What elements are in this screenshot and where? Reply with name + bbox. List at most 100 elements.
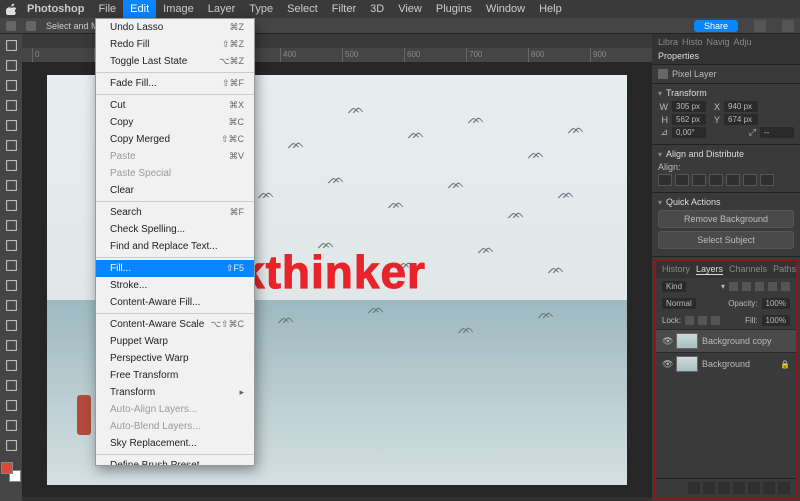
heal-tool[interactable] bbox=[2, 176, 20, 194]
layer-row[interactable]: 👁 Background copy bbox=[656, 329, 796, 352]
lock-all-icon[interactable] bbox=[711, 316, 720, 325]
menu-select[interactable]: Select bbox=[280, 0, 325, 18]
lock-pixels-icon[interactable] bbox=[685, 316, 694, 325]
menu-item-fade-fill[interactable]: Fade Fill...⇧⌘F bbox=[96, 75, 254, 92]
move-tool[interactable] bbox=[2, 36, 20, 54]
share-button[interactable]: Share bbox=[694, 20, 738, 32]
skew-field[interactable]: -- bbox=[760, 127, 794, 138]
wand-tool[interactable] bbox=[2, 96, 20, 114]
layer-style-icon[interactable] bbox=[703, 482, 715, 494]
menu-item-cut[interactable]: Cut⌘X bbox=[96, 97, 254, 114]
align-center-h-icon[interactable] bbox=[675, 174, 689, 186]
height-field[interactable]: 562 px bbox=[672, 114, 706, 125]
app-menu[interactable]: Photoshop bbox=[20, 0, 91, 18]
color-swatches[interactable] bbox=[1, 462, 21, 482]
remove-background-button[interactable]: Remove Background bbox=[658, 210, 794, 228]
menu-3d[interactable]: 3D bbox=[363, 0, 391, 18]
menu-type[interactable]: Type bbox=[242, 0, 280, 18]
layer-row[interactable]: 👁 Background 🔒 bbox=[656, 352, 796, 375]
menu-edit[interactable]: Edit bbox=[123, 0, 156, 18]
layer-mask-icon[interactable] bbox=[718, 482, 730, 494]
panel-tab-libra[interactable]: Libra bbox=[658, 37, 678, 47]
frame-tool[interactable] bbox=[2, 136, 20, 154]
opacity-field[interactable]: 100% bbox=[762, 298, 790, 309]
more-icon[interactable] bbox=[760, 174, 774, 186]
menu-window[interactable]: Window bbox=[479, 0, 532, 18]
menu-item-redo-fill[interactable]: Redo Fill⇧⌘Z bbox=[96, 36, 254, 53]
menu-item-perspective-warp[interactable]: Perspective Warp bbox=[96, 350, 254, 367]
angle-field[interactable]: 0,00° bbox=[672, 127, 706, 138]
lasso-tool[interactable] bbox=[2, 76, 20, 94]
menu-item-clear[interactable]: Clear bbox=[96, 182, 254, 199]
x-field[interactable]: 940 px bbox=[724, 101, 758, 112]
panel-tab-navig[interactable]: Navig bbox=[707, 37, 730, 47]
layer-name[interactable]: Background bbox=[702, 359, 750, 369]
layer-filter-kind[interactable]: Kind bbox=[662, 281, 686, 292]
brush-tool[interactable] bbox=[2, 196, 20, 214]
menu-item-copy-merged[interactable]: Copy Merged⇧⌘C bbox=[96, 131, 254, 148]
menu-filter[interactable]: Filter bbox=[325, 0, 363, 18]
layers-tab-history[interactable]: History bbox=[662, 264, 690, 275]
menu-plugins[interactable]: Plugins bbox=[429, 0, 479, 18]
menu-item-fill[interactable]: Fill...⇧F5 bbox=[96, 260, 254, 277]
transform-section-header[interactable]: Transform bbox=[658, 88, 794, 98]
visibility-icon[interactable]: 👁 bbox=[662, 336, 672, 347]
layers-tab-channels[interactable]: Channels bbox=[729, 264, 767, 275]
filter-type-icon[interactable] bbox=[755, 282, 764, 291]
align-section-header[interactable]: Align and Distribute bbox=[658, 149, 794, 159]
visibility-icon[interactable]: 👁 bbox=[662, 359, 672, 370]
blend-mode-select[interactable]: Normal bbox=[662, 298, 696, 309]
menu-view[interactable]: View bbox=[391, 0, 429, 18]
filter-image-icon[interactable] bbox=[729, 282, 738, 291]
menu-image[interactable]: Image bbox=[156, 0, 201, 18]
align-right-icon[interactable] bbox=[692, 174, 706, 186]
menu-file[interactable]: File bbox=[91, 0, 123, 18]
menu-item-toggle-last-state[interactable]: Toggle Last State⌥⌘Z bbox=[96, 53, 254, 70]
align-bottom-icon[interactable] bbox=[743, 174, 757, 186]
menu-item-undo-lasso[interactable]: Undo Lasso⌘Z bbox=[96, 19, 254, 36]
filter-shape-icon[interactable] bbox=[768, 282, 777, 291]
eyedropper-tool[interactable] bbox=[2, 156, 20, 174]
menu-item-content-aware-scale[interactable]: Content-Aware Scale⌥⇧⌘C bbox=[96, 316, 254, 333]
panel-tab-histo[interactable]: Histo bbox=[682, 37, 703, 47]
menu-item-free-transform[interactable]: Free Transform bbox=[96, 367, 254, 384]
eraser-tool[interactable] bbox=[2, 256, 20, 274]
menu-item-transform[interactable]: Transform▸ bbox=[96, 384, 254, 401]
select-subject-button[interactable]: Select Subject bbox=[658, 231, 794, 249]
align-left-icon[interactable] bbox=[658, 174, 672, 186]
layer-thumbnail[interactable] bbox=[676, 356, 698, 372]
search-icon[interactable] bbox=[754, 20, 766, 32]
menu-item-copy[interactable]: Copy⌘C bbox=[96, 114, 254, 131]
workspace-icon[interactable] bbox=[782, 20, 794, 32]
layer-name[interactable]: Background copy bbox=[702, 336, 772, 346]
menu-item-check-spelling[interactable]: Check Spelling... bbox=[96, 221, 254, 238]
type-tool[interactable] bbox=[2, 356, 20, 374]
filter-adjust-icon[interactable] bbox=[742, 282, 751, 291]
menu-layer[interactable]: Layer bbox=[201, 0, 243, 18]
history-tool[interactable] bbox=[2, 236, 20, 254]
layers-tab-paths[interactable]: Paths bbox=[773, 264, 796, 275]
align-top-icon[interactable] bbox=[709, 174, 723, 186]
menu-item-find-and-replace-text[interactable]: Find and Replace Text... bbox=[96, 238, 254, 255]
lock-position-icon[interactable] bbox=[698, 316, 707, 325]
dodge-tool[interactable] bbox=[2, 316, 20, 334]
crop-tool[interactable] bbox=[2, 116, 20, 134]
menu-item-define-brush-preset[interactable]: Define Brush Preset... bbox=[96, 457, 254, 466]
menu-help[interactable]: Help bbox=[532, 0, 569, 18]
panel-tab-adju[interactable]: Adju bbox=[734, 37, 752, 47]
path-tool[interactable] bbox=[2, 376, 20, 394]
layer-thumbnail[interactable] bbox=[676, 333, 698, 349]
panel-tab-properties[interactable]: Properties bbox=[658, 51, 699, 61]
hand-tool[interactable] bbox=[2, 416, 20, 434]
new-layer-icon[interactable] bbox=[763, 482, 775, 494]
gradient-tool[interactable] bbox=[2, 276, 20, 294]
layers-tab-layers[interactable]: Layers bbox=[696, 264, 723, 275]
link-layers-icon[interactable] bbox=[688, 482, 700, 494]
menu-item-puppet-warp[interactable]: Puppet Warp bbox=[96, 333, 254, 350]
menu-item-sky-replacement[interactable]: Sky Replacement... bbox=[96, 435, 254, 452]
menu-item-content-aware-fill[interactable]: Content-Aware Fill... bbox=[96, 294, 254, 311]
stamp-tool[interactable] bbox=[2, 216, 20, 234]
menu-item-stroke[interactable]: Stroke... bbox=[96, 277, 254, 294]
quick-actions-header[interactable]: Quick Actions bbox=[658, 197, 794, 207]
pen-tool[interactable] bbox=[2, 336, 20, 354]
